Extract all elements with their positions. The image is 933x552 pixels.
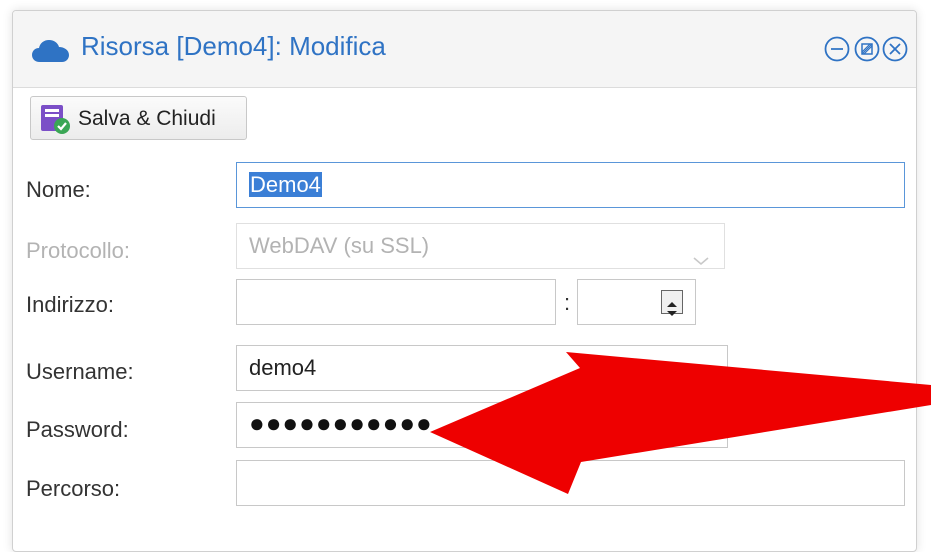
username-input[interactable]: demo4 (236, 345, 728, 391)
nome-input[interactable]: Demo4 (236, 162, 905, 208)
save-close-icon (39, 103, 71, 135)
protocollo-select[interactable]: WebDAV (su SSL) (236, 223, 725, 269)
edit-resource-dialog: Risorsa [Demo4]: Modifica Salva & Chiudi… (12, 10, 917, 552)
cloud-icon (31, 38, 71, 64)
indirizzo-label: Indirizzo: (26, 292, 115, 317)
password-value: ●●●●●●●●●●● (249, 408, 433, 438)
restore-icon[interactable] (853, 35, 881, 63)
indirizzo-host-input[interactable] (236, 279, 556, 325)
save-close-button[interactable]: Salva & Chiudi (30, 96, 247, 140)
port-separator: : (564, 290, 571, 315)
percorso-label: Percorso: (26, 476, 121, 501)
password-input[interactable]: ●●●●●●●●●●● (236, 402, 728, 448)
protocollo-value: WebDAV (su SSL) (249, 233, 430, 258)
percorso-input[interactable] (236, 460, 905, 506)
protocollo-label: Protocollo: (26, 238, 130, 263)
nome-label: Nome: (26, 177, 91, 202)
save-close-label: Salva & Chiudi (78, 107, 216, 130)
port-input[interactable] (577, 279, 696, 325)
dialog-title: Risorsa [Demo4]: Modifica (81, 31, 386, 61)
close-icon[interactable] (881, 35, 909, 63)
dialog-toolbar: Salva & Chiudi (13, 88, 916, 158)
dialog-titlebar: Risorsa [Demo4]: Modifica (13, 11, 916, 88)
nome-value: Demo4 (249, 172, 322, 197)
minimize-icon[interactable] (823, 35, 851, 63)
username-value: demo4 (249, 355, 317, 380)
password-label: Password: (26, 417, 129, 442)
spinner-icon[interactable] (661, 290, 683, 316)
username-label: Username: (26, 359, 134, 384)
chevron-down-icon (692, 238, 710, 266)
